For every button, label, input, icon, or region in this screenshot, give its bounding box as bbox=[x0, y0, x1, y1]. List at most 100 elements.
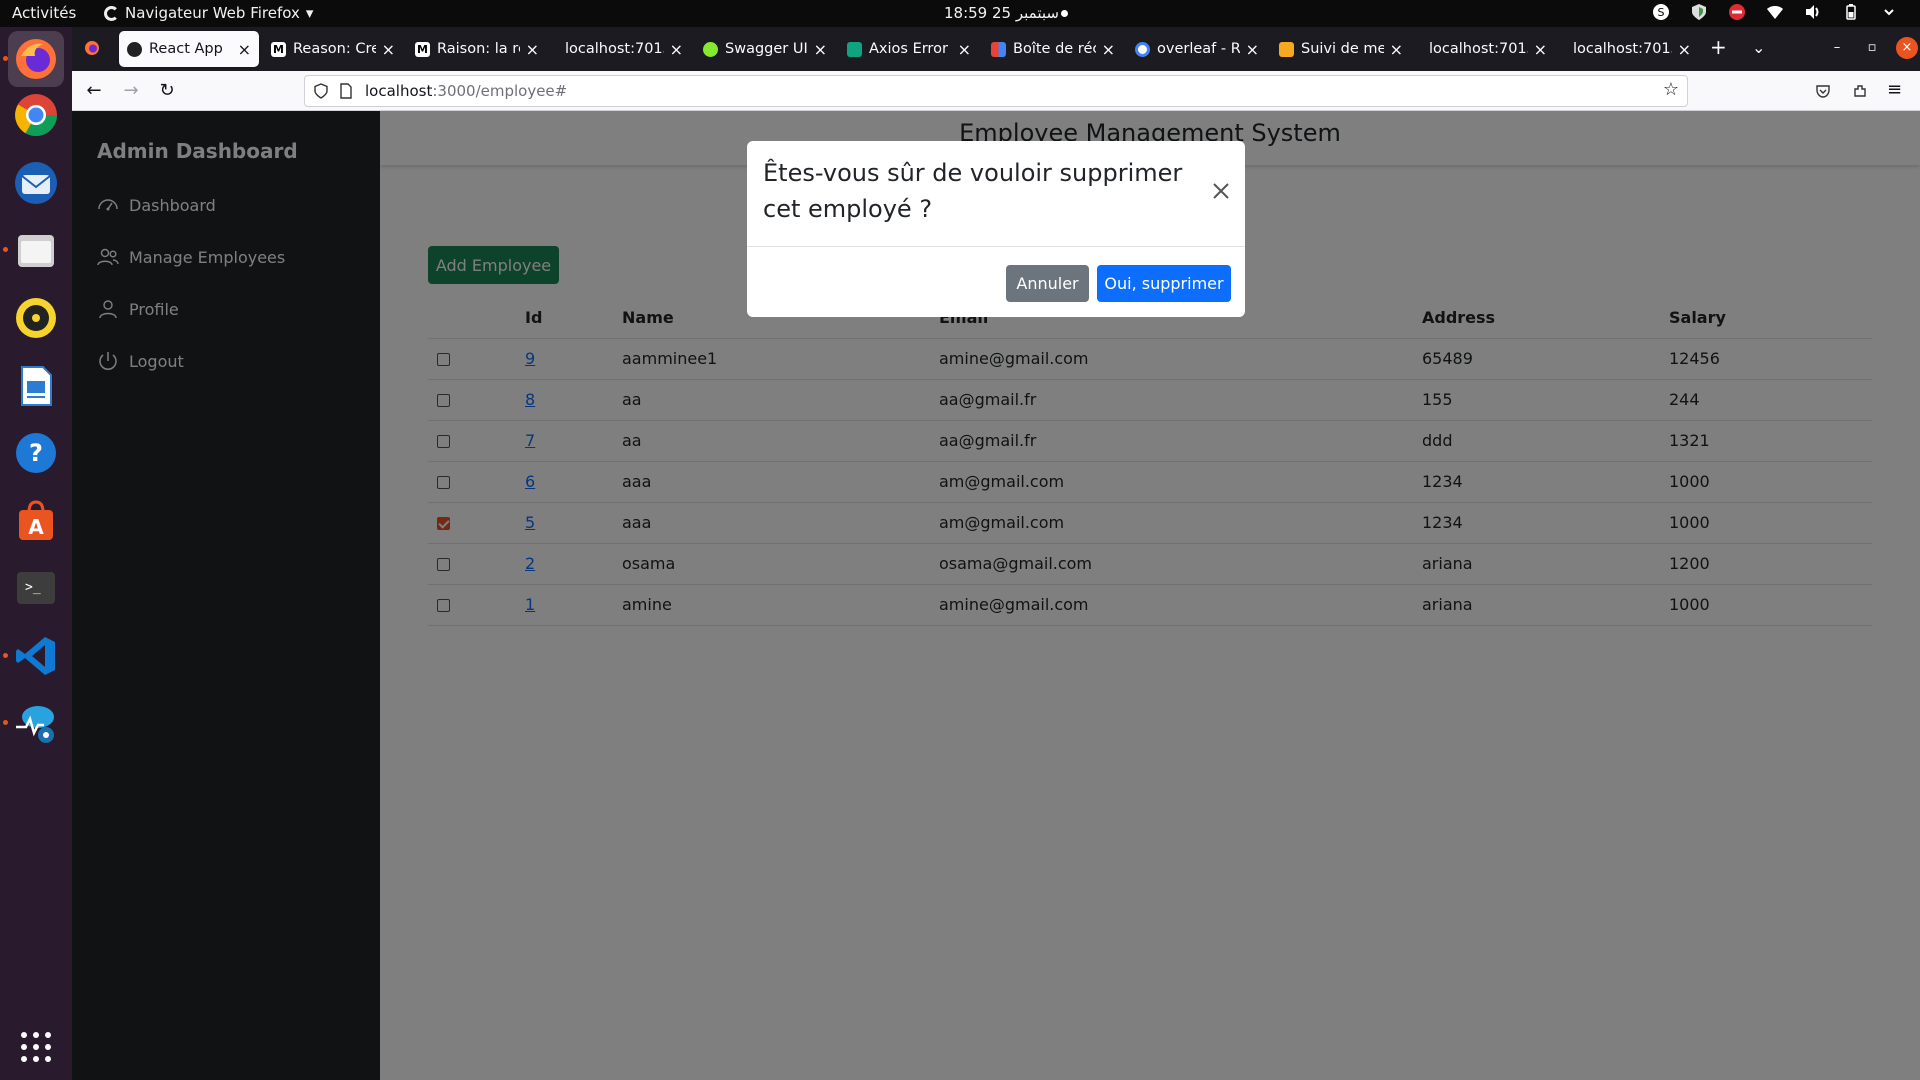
window-close-icon[interactable]: × bbox=[1896, 37, 1918, 59]
dock: ? A >_ bbox=[0, 27, 72, 1080]
running-indicator bbox=[3, 247, 8, 252]
app-menu[interactable]: Navigateur Web Firefox ▾ bbox=[104, 4, 313, 22]
dock-writer[interactable] bbox=[8, 358, 64, 414]
tab-title: Raison: la req bbox=[437, 41, 520, 57]
firefox-icon bbox=[16, 39, 56, 79]
swagger-icon bbox=[703, 41, 718, 57]
firefox-view-icon[interactable] bbox=[84, 40, 100, 60]
chrome-icon bbox=[15, 94, 58, 137]
tab-title: Reason: Cred bbox=[293, 41, 376, 57]
close-icon[interactable] bbox=[1209, 179, 1233, 203]
dialog-title: Êtes-vous sûr de vouloir supprimer cet e… bbox=[763, 159, 1183, 223]
running-indicator bbox=[3, 720, 8, 725]
dock-firefox[interactable] bbox=[8, 31, 64, 87]
tab-2[interactable]: M Raison: la req × bbox=[407, 31, 547, 67]
pocket-icon[interactable] bbox=[1815, 83, 1831, 99]
tab-9[interactable]: localhost:7013/ × bbox=[1415, 31, 1555, 67]
system-tray[interactable]: S bbox=[1652, 3, 1898, 21]
close-icon[interactable]: × bbox=[238, 40, 251, 59]
confirm-delete-button[interactable]: Oui, supprimer bbox=[1097, 265, 1231, 302]
page-info-icon[interactable] bbox=[339, 83, 353, 99]
vscode-icon bbox=[16, 637, 55, 675]
forward-arrow-icon[interactable]: → bbox=[119, 79, 143, 103]
tab-title: React App bbox=[149, 41, 223, 57]
show-apps-button[interactable] bbox=[8, 1019, 64, 1075]
hamburger-menu-icon[interactable]: ≡ bbox=[1887, 79, 1902, 100]
close-icon[interactable]: × bbox=[1678, 40, 1691, 59]
svg-text:S: S bbox=[1658, 6, 1665, 19]
firefox-icon bbox=[104, 5, 119, 21]
shield-outline-icon[interactable] bbox=[313, 83, 329, 99]
activities-button[interactable]: Activités bbox=[12, 4, 76, 22]
close-icon[interactable]: × bbox=[1102, 40, 1115, 59]
dock-vscode[interactable] bbox=[8, 628, 64, 684]
close-icon[interactable]: × bbox=[814, 40, 827, 59]
medium-icon: M bbox=[415, 41, 430, 57]
skype-icon[interactable]: S bbox=[1652, 3, 1670, 21]
do-not-disturb-icon[interactable] bbox=[1728, 3, 1746, 21]
svg-text:>_: >_ bbox=[25, 580, 41, 595]
tab-1[interactable]: M Reason: Cred × bbox=[263, 31, 403, 67]
reload-icon[interactable]: ↻ bbox=[155, 79, 179, 103]
chevron-down-icon: ▾ bbox=[305, 4, 314, 22]
wifi-icon[interactable] bbox=[1766, 3, 1784, 21]
new-tab-plus-icon[interactable]: + bbox=[1710, 35, 1727, 59]
tab-3[interactable]: localhost:7013/ × bbox=[551, 31, 691, 67]
close-icon[interactable]: × bbox=[670, 40, 683, 59]
tab-5[interactable]: Axios Error T × bbox=[839, 31, 979, 67]
dock-thunderbird[interactable] bbox=[8, 155, 64, 211]
gmail-icon bbox=[991, 41, 1006, 57]
minimize-icon[interactable]: – bbox=[1826, 37, 1848, 59]
url-path: :3000/employee# bbox=[432, 82, 568, 100]
speaker-icon bbox=[16, 298, 56, 338]
terminal-icon: >_ bbox=[17, 572, 55, 604]
close-icon[interactable]: × bbox=[526, 40, 539, 59]
tab-title: Suivi de mes bbox=[1301, 41, 1384, 57]
tracking-icon bbox=[1279, 41, 1294, 57]
bookmark-star-icon[interactable]: ☆ bbox=[1663, 79, 1679, 100]
close-icon[interactable]: × bbox=[1246, 40, 1259, 59]
clock[interactable]: 18:59 25 سبتمبر bbox=[944, 4, 1059, 22]
back-arrow-icon[interactable]: ← bbox=[82, 79, 106, 103]
shopping-bag-icon: A bbox=[19, 500, 53, 540]
volume-icon[interactable] bbox=[1804, 3, 1822, 21]
svg-text:?: ? bbox=[29, 439, 43, 467]
modal-backdrop[interactable]: Êtes-vous sûr de vouloir supprimer cet e… bbox=[72, 111, 1920, 1080]
dock-chrome[interactable] bbox=[8, 87, 64, 143]
document-icon bbox=[21, 366, 52, 406]
dock-terminal[interactable]: >_ bbox=[8, 560, 64, 616]
dock-help[interactable]: ? bbox=[8, 425, 64, 481]
app-menu-label: Navigateur Web Firefox bbox=[125, 4, 300, 22]
tab-0[interactable]: React App × bbox=[119, 31, 259, 67]
url-bar[interactable]: localhost:3000/employee# ☆ bbox=[304, 75, 1688, 107]
tab-7[interactable]: overleaf - Re × bbox=[1127, 31, 1267, 67]
extensions-icon[interactable] bbox=[1852, 83, 1868, 99]
tab-4[interactable]: Swagger UI × bbox=[695, 31, 835, 67]
dialog-divider bbox=[747, 246, 1245, 247]
notification-dot bbox=[1061, 10, 1068, 17]
help-icon: ? bbox=[16, 433, 56, 473]
navigation-toolbar: ← → ↻ localhost:3000/employee# ☆ ≡ bbox=[72, 71, 1920, 111]
close-icon[interactable]: × bbox=[382, 40, 395, 59]
cancel-button[interactable]: Annuler bbox=[1006, 265, 1089, 302]
chatgpt-icon bbox=[847, 41, 862, 57]
power-menu-icon[interactable] bbox=[1880, 3, 1898, 21]
close-icon[interactable]: × bbox=[958, 40, 971, 59]
close-icon[interactable]: × bbox=[1390, 40, 1403, 59]
google-icon bbox=[1135, 41, 1150, 57]
close-icon[interactable]: × bbox=[1534, 40, 1547, 59]
tab-title: localhost:7013/ bbox=[565, 41, 664, 57]
tab-6[interactable]: Boîte de réc × bbox=[983, 31, 1123, 67]
dock-rhythmbox[interactable] bbox=[8, 290, 64, 346]
tab-8[interactable]: Suivi de mes × bbox=[1271, 31, 1411, 67]
maximize-icon[interactable]: ▫ bbox=[1861, 37, 1883, 59]
dock-cloud-app[interactable] bbox=[8, 695, 64, 751]
tab-title: overleaf - Re bbox=[1157, 41, 1240, 57]
dock-files[interactable] bbox=[8, 222, 64, 278]
shield-icon[interactable] bbox=[1690, 3, 1708, 21]
tab-10[interactable]: localhost:7013/ × bbox=[1559, 31, 1699, 67]
dock-software[interactable]: A bbox=[8, 493, 64, 549]
svg-text:A: A bbox=[28, 515, 44, 539]
list-tabs-chevron-icon[interactable]: ⌄ bbox=[1752, 38, 1765, 57]
battery-icon[interactable] bbox=[1842, 3, 1860, 21]
